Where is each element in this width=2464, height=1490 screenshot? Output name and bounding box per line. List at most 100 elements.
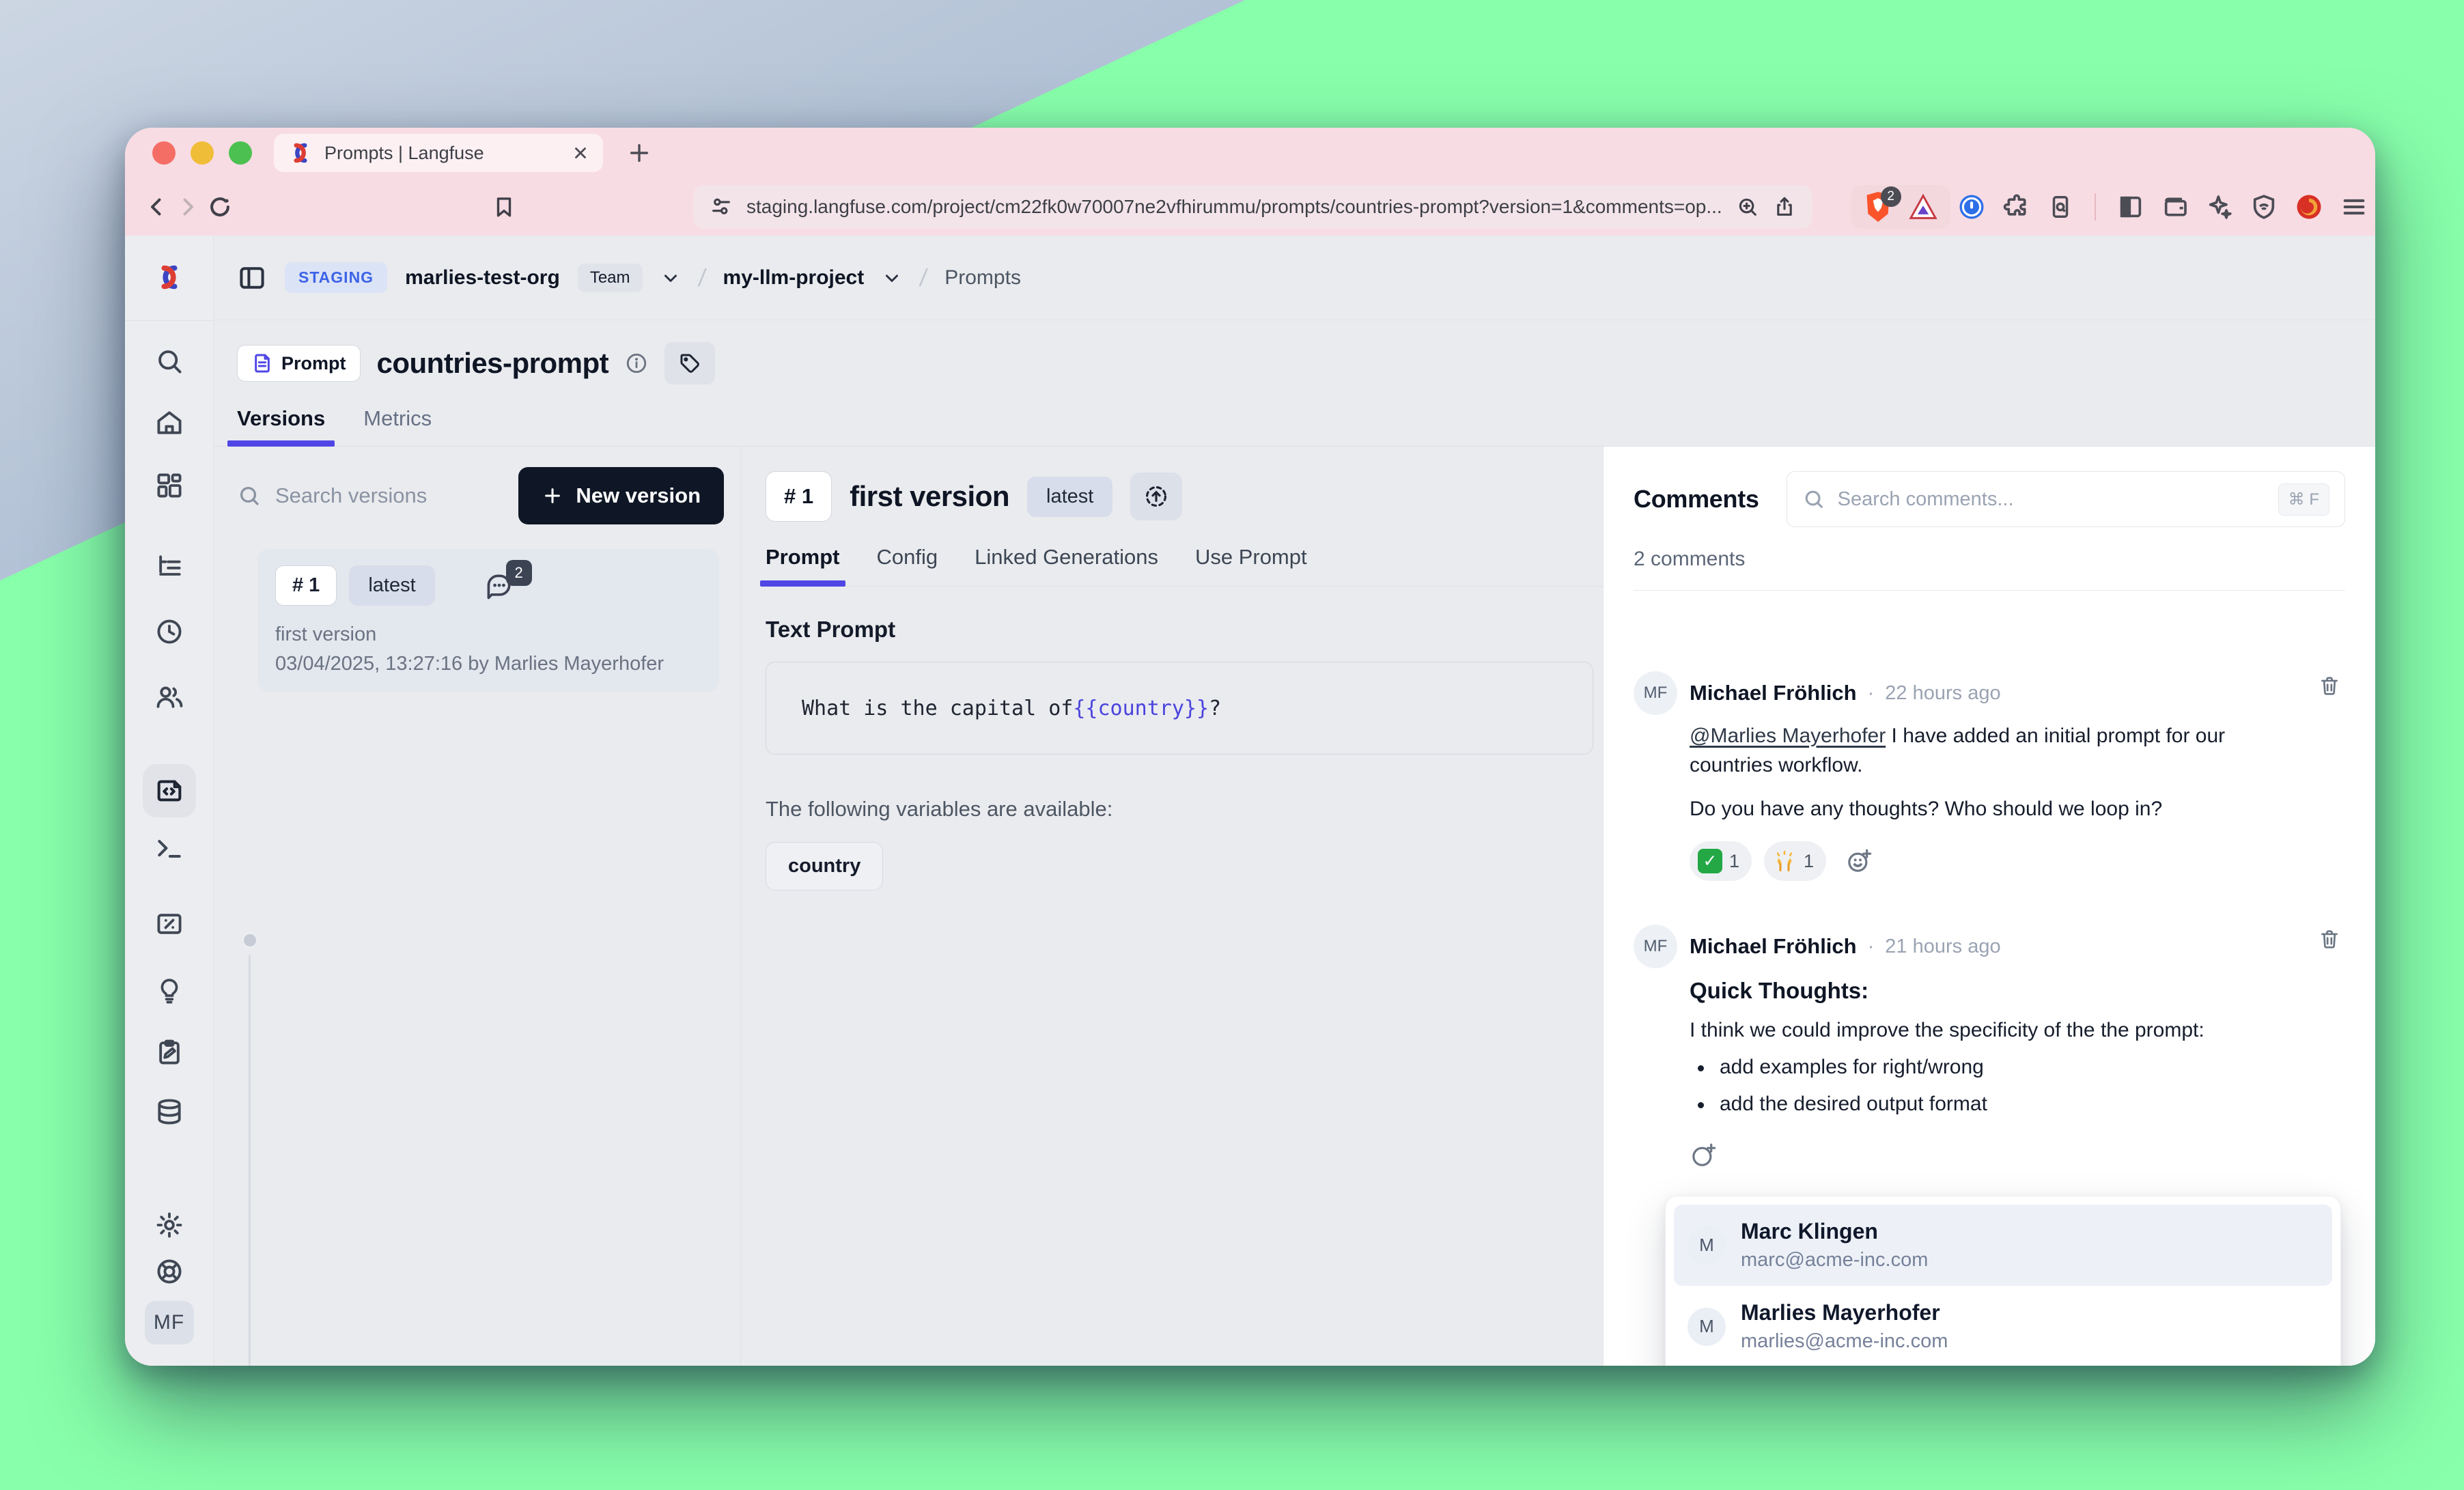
- comment-2-author: Michael Fröhlich: [1690, 934, 1857, 959]
- timeline-dot: [241, 931, 259, 949]
- detail-latest-badge: latest: [1027, 477, 1112, 517]
- close-tab-icon[interactable]: [572, 144, 589, 162]
- comments-search-input[interactable]: Search comments... ⌘ F: [1787, 471, 2345, 527]
- promote-version-button[interactable]: [1130, 473, 1182, 520]
- desktop-background: Prompts | Langfuse: [0, 0, 2464, 1490]
- reaction-raised-hands[interactable]: 1: [1764, 841, 1826, 881]
- versions-search-placeholder: Search versions: [275, 483, 427, 508]
- browser-toolbar: staging.langfuse.com/project/cm22fk0w700…: [125, 178, 2375, 236]
- breadcrumb-section[interactable]: Prompts: [944, 266, 1021, 290]
- comment-2-add-reaction-icon[interactable]: [1690, 1142, 2345, 1169]
- rail-evals-icon[interactable]: [155, 976, 184, 1006]
- sidebar-toggle-browser-icon[interactable]: [2117, 193, 2144, 221]
- text-prompt-label: Text Prompt: [766, 617, 1603, 643]
- breadcrumb: STAGING marlies-test-org Team / my-llm-p…: [214, 236, 2375, 320]
- wallet-icon[interactable]: [2161, 193, 2189, 221]
- version-detail-panel: # 1 first version latest Prompt Config L…: [741, 447, 1603, 1366]
- rail-sessions-icon[interactable]: [154, 617, 184, 647]
- tab-prompt[interactable]: Prompt: [766, 545, 840, 586]
- prompt-code-box[interactable]: What is the capital of {{country}}?: [766, 662, 1593, 755]
- rail-tracing-icon[interactable]: [154, 552, 184, 582]
- info-icon[interactable]: [625, 352, 648, 375]
- rail-user-avatar[interactable]: MF: [145, 1301, 194, 1345]
- mention-avatar-marc: M: [1688, 1226, 1726, 1265]
- reaction-check[interactable]: ✓ 1: [1690, 841, 1752, 881]
- versions-search-input[interactable]: Search versions: [237, 483, 513, 508]
- password-manager-icon[interactable]: [1957, 193, 1986, 221]
- site-permissions-icon[interactable]: [710, 195, 733, 219]
- comment-1-author: Michael Fröhlich: [1690, 681, 1857, 705]
- tab-metrics[interactable]: Metrics: [363, 406, 432, 446]
- rail-dashboards-icon[interactable]: [154, 470, 184, 501]
- rail-search-icon[interactable]: [154, 346, 184, 376]
- share-icon[interactable]: [1773, 195, 1796, 219]
- sidebar-toggle-icon[interactable]: [237, 263, 267, 293]
- variable-chip: country: [766, 842, 883, 890]
- breadcrumb-project[interactable]: my-llm-project: [723, 266, 865, 290]
- extensions-puzzle-icon[interactable]: [2003, 193, 2030, 221]
- rail-prompts-item-active[interactable]: [143, 764, 196, 817]
- mention-avatar-marlies: M: [1688, 1308, 1726, 1346]
- project-chevron-down-icon[interactable]: [882, 268, 902, 288]
- reaction-check-count: 1: [1729, 851, 1739, 872]
- mention-option-marc[interactable]: M Marc Klingen marc@acme-inc.com: [1674, 1205, 2332, 1286]
- leo-ai-sparkle-icon[interactable]: [2206, 193, 2233, 221]
- comment-2-text: I think we could improve the specificity…: [1690, 1019, 2345, 1042]
- new-version-button[interactable]: New version: [518, 467, 724, 524]
- close-window-button[interactable]: [152, 141, 176, 165]
- extensions-pill: 2: [1851, 185, 1950, 229]
- comment-2-delete-icon[interactable]: [2318, 927, 2341, 951]
- bookmark-icon[interactable]: [492, 195, 516, 219]
- prompt-text: What is the capital of: [802, 697, 1073, 720]
- bat-rewards-icon[interactable]: [1908, 193, 1938, 221]
- new-tab-button[interactable]: [628, 141, 651, 165]
- prompt-variable: {{country}}: [1073, 697, 1209, 720]
- comment-1-mention-link[interactable]: @Marlies Mayerhofer: [1690, 725, 1886, 747]
- rail-users-icon[interactable]: [154, 682, 185, 712]
- comments-count-label: 2 comments: [1634, 548, 2345, 571]
- comment-1-delete-icon[interactable]: [2318, 674, 2341, 697]
- vpn-shield-icon[interactable]: [2250, 193, 2278, 221]
- rail-home-icon[interactable]: [154, 408, 184, 438]
- comment-2-bullet-list: add examples for right/wrong add the des…: [1690, 1056, 2345, 1129]
- forward-icon[interactable]: [176, 195, 200, 219]
- comments-bubble-icon[interactable]: 2: [484, 571, 514, 601]
- rail-support-icon[interactable]: [154, 1256, 184, 1287]
- detail-tabs: Prompt Config Linked Generations Use Pro…: [766, 545, 1603, 587]
- rail-scores-icon[interactable]: [154, 909, 184, 939]
- rail-playground-icon[interactable]: [154, 834, 184, 864]
- tag-button[interactable]: [664, 342, 715, 384]
- version-list-item[interactable]: # 1 latest 2 first version 03/04/2025, 1…: [257, 549, 719, 692]
- browser-chrome: Prompts | Langfuse: [125, 128, 2375, 236]
- firefox-swirl-icon[interactable]: [2295, 193, 2323, 221]
- rail-annotation-icon[interactable]: [154, 1037, 184, 1067]
- tab-linked-generations[interactable]: Linked Generations: [975, 545, 1158, 586]
- breadcrumb-org[interactable]: marlies-test-org: [405, 266, 560, 290]
- tab-versions[interactable]: Versions: [237, 406, 325, 446]
- add-reaction-icon[interactable]: [1845, 847, 1873, 875]
- minimize-window-button[interactable]: [191, 141, 214, 165]
- tab-use-prompt[interactable]: Use Prompt: [1195, 545, 1307, 586]
- page-tabs: Versions Metrics: [214, 406, 2375, 447]
- url-bar[interactable]: staging.langfuse.com/project/cm22fk0w700…: [693, 185, 1812, 229]
- rail-datasets-icon[interactable]: [154, 1097, 184, 1127]
- tab-config[interactable]: Config: [877, 545, 938, 586]
- reload-icon[interactable]: [207, 194, 233, 220]
- detail-version-number-badge: # 1: [766, 471, 832, 522]
- mention-option-marlies[interactable]: M Marlies Mayerhofer marlies@acme-inc.co…: [1674, 1286, 2332, 1366]
- url-text: staging.langfuse.com/project/cm22fk0w700…: [746, 196, 1722, 218]
- zoom-page-icon[interactable]: [1736, 195, 1759, 219]
- comment-1-text-2: Do you have any thoughts? Who should we …: [1690, 798, 2345, 821]
- mention-dropdown: M Marc Klingen marc@acme-inc.com M Marli…: [1665, 1196, 2341, 1366]
- reader-search-icon[interactable]: [2047, 193, 2073, 221]
- comment-item-2: MF Michael Fröhlich · 21 hours ago Quick…: [1634, 925, 2345, 1169]
- browser-tab[interactable]: Prompts | Langfuse: [274, 134, 603, 172]
- rail-settings-icon[interactable]: [154, 1210, 184, 1240]
- versions-list-panel: Search versions New version # 1: [214, 447, 741, 1366]
- org-chevron-down-icon[interactable]: [660, 268, 681, 288]
- zoom-window-button[interactable]: [229, 141, 252, 165]
- langfuse-logo-icon[interactable]: [152, 262, 186, 293]
- back-icon[interactable]: [144, 195, 169, 219]
- mention-name-marc: Marc Klingen: [1741, 1219, 1928, 1244]
- menu-hamburger-icon[interactable]: [2340, 193, 2368, 221]
